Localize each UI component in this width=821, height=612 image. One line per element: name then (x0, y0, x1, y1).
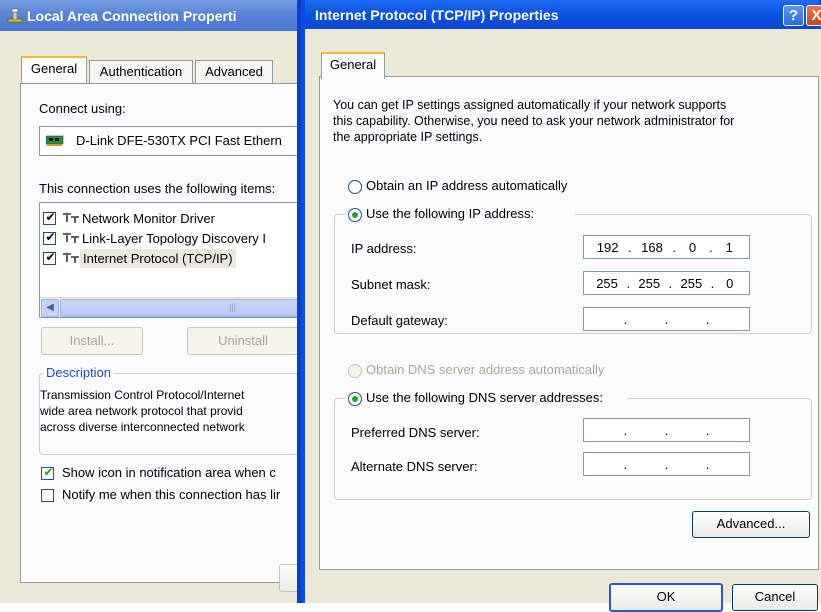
ok-button[interactable]: OK (609, 583, 723, 612)
list-item[interactable]: ✔ Link-Layer Topology Discovery I (40, 229, 310, 249)
general-panel: You can get IP settings assigned automat… (319, 76, 819, 570)
cancel-button[interactable]: Cancel (732, 584, 818, 611)
advanced-button[interactable]: Advanced... (692, 511, 810, 538)
tab-general[interactable]: General (321, 52, 385, 79)
scroll-left-button[interactable]: ◀ (41, 299, 59, 317)
subnet-octet: 255 (638, 275, 661, 291)
list-item[interactable]: ✔ Network Monitor Driver (40, 209, 310, 229)
use-dns-label: Use the following DNS server addresses: (366, 390, 603, 405)
description-line-3: across diverse interconnected network (40, 420, 245, 434)
ip-octet: 1 (725, 239, 733, 255)
tab-advanced-label: Advanced (205, 64, 263, 79)
dns-group (334, 398, 812, 500)
intro-line-2: this capability. Otherwise, you need to … (333, 114, 735, 128)
network-service-icon (63, 232, 79, 243)
install-button[interactable]: Install... (41, 327, 143, 355)
tab-general[interactable]: General (21, 56, 87, 83)
help-icon[interactable]: ? (783, 5, 804, 26)
preferred-dns-input[interactable]: ... (583, 418, 750, 442)
network-protocol-icon (63, 252, 79, 263)
use-ip-radio[interactable] (348, 208, 362, 222)
uninstall-label: Uninstall (218, 333, 268, 348)
local-area-connection-properties-window: Local Area Connection Properti General A… (0, 0, 310, 603)
tab-authentication[interactable]: Authentication (89, 60, 193, 83)
item-label: Link-Layer Topology Discovery I (82, 231, 267, 246)
alternate-dns-input[interactable]: ... (583, 452, 750, 476)
description-line-2: wide area network protocol that provid (40, 404, 243, 418)
cancel-label: Cancel (754, 589, 796, 604)
dialog-title: Internet Protocol (TCP/IP) Properties (315, 7, 559, 23)
close-icon[interactable]: X (806, 5, 821, 26)
subnet-octet: 255 (596, 275, 618, 291)
item-checkbox[interactable]: ✔ (43, 210, 56, 225)
item-label-selected: Internet Protocol (TCP/IP) (80, 249, 236, 268)
intro-line-1: You can get IP settings assigned automat… (333, 98, 727, 112)
ip-octet: 168 (641, 239, 663, 255)
components-list[interactable]: ✔ Network Monitor Driver ✔ Link-Layer To… (39, 202, 310, 318)
install-label: Install... (69, 333, 115, 348)
network-card-icon (46, 135, 64, 146)
items-label: This connection uses the following items… (39, 181, 276, 196)
subnet-mask-label: Subnet mask: (351, 277, 431, 292)
ok-label: OK (656, 589, 676, 604)
description-label: Description (43, 365, 115, 380)
default-gateway-input[interactable]: ... (583, 307, 750, 331)
tcpip-properties-dialog: Internet Protocol (TCP/IP) Properties ? … (297, 0, 821, 612)
description-line-1: Transmission Control Protocol/Internet (40, 388, 245, 402)
back-window-title-bar[interactable]: Local Area Connection Properti (0, 0, 310, 31)
horizontal-scrollbar[interactable]: ◀ ||| (40, 297, 310, 317)
obtain-ip-radio[interactable] (348, 180, 362, 194)
tab-general-label: General (329, 57, 377, 72)
scroll-thumb[interactable]: ||| (60, 299, 310, 317)
connect-using-label: Connect using: (39, 101, 126, 116)
notify-checkbox[interactable] (41, 489, 54, 502)
adapter-field: D-Link DFE-530TX PCI Fast Ethern (39, 126, 310, 156)
network-service-icon (63, 212, 79, 223)
subnet-octet: 0 (726, 275, 734, 291)
preferred-dns-label: Preferred DNS server: (351, 425, 480, 440)
back-general-panel: Connect using: D-Link DFE-530TX PCI Fast… (20, 83, 310, 592)
advanced-label: Advanced... (716, 516, 786, 531)
obtain-ip-label: Obtain an IP address automatically (366, 178, 568, 193)
tab-authentication-label: Authentication (99, 64, 183, 79)
use-ip-label: Use the following IP address: (366, 206, 535, 221)
tab-advanced[interactable]: Advanced (195, 60, 273, 83)
item-checkbox[interactable]: ✔ (43, 230, 56, 245)
ip-octet: 192 (596, 239, 619, 255)
use-dns-radio[interactable] (348, 392, 362, 406)
list-item[interactable]: ✔ Internet Protocol (TCP/IP) (40, 249, 310, 269)
item-label: Network Monitor Driver (82, 211, 215, 226)
network-connection-icon (7, 8, 23, 23)
ip-octet: 0 (688, 239, 697, 255)
alternate-dns-label: Alternate DNS server: (351, 459, 478, 474)
show-icon-checkbox[interactable]: ✔ (41, 465, 54, 480)
ip-address-input[interactable]: 192. 168. 0. 1 (583, 235, 750, 259)
subnet-mask-input[interactable]: 255. 255. 255. 0 (583, 271, 750, 295)
dialog-title-bar[interactable]: Internet Protocol (TCP/IP) Properties ? … (305, 0, 821, 29)
obtain-dns-radio[interactable] (348, 364, 362, 378)
tab-general-label: General (30, 61, 78, 76)
notify-label: Notify me when this connection has lir (62, 487, 281, 502)
ip-address-label: IP address: (351, 241, 417, 256)
obtain-dns-label: Obtain DNS server address automatically (366, 362, 605, 377)
show-icon-label: Show icon in notification area when c (62, 465, 276, 480)
dialog-body: General You can get IP settings assigned… (305, 29, 821, 612)
adapter-name: D-Link DFE-530TX PCI Fast Ethern (76, 133, 282, 148)
item-checkbox[interactable]: ✔ (43, 250, 56, 265)
intro-line-3: the appropriate IP settings. (333, 130, 483, 144)
scroll-grip-icon: ||| (229, 302, 237, 312)
default-gateway-label: Default gateway: (351, 313, 448, 328)
back-window-title: Local Area Connection Properti (27, 8, 237, 24)
subnet-octet: 255 (680, 275, 703, 291)
uninstall-button[interactable]: Uninstall (187, 327, 299, 355)
